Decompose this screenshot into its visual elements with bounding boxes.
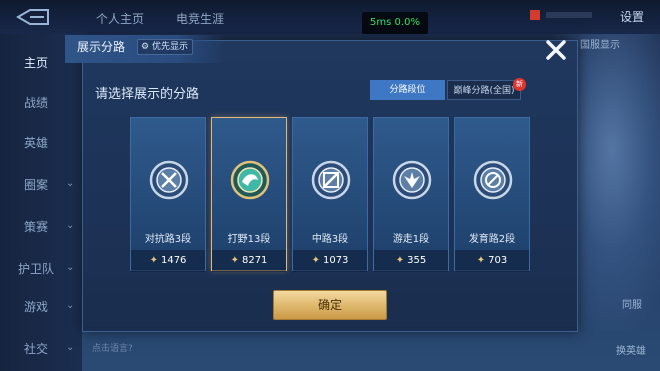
chevron-down-icon: ⌄ bbox=[66, 300, 75, 311]
lane-card-score-value: 1073 bbox=[322, 255, 349, 266]
lane-card-mid[interactable]: 中路3段 ✦ 1073 bbox=[292, 117, 368, 272]
dialog-prompt: 请选择展示的分路 bbox=[95, 87, 200, 102]
lane-tabs: 分路段位 巅峰分路(全国) 新 bbox=[370, 78, 526, 100]
lane-display-dialog: 展示分路 ⚙ 优先显示 请选择展示的分路 分路段位 巅峰分路(全国) 新 对抗路3… bbox=[65, 35, 578, 332]
close-icon[interactable] bbox=[543, 37, 569, 63]
lane-card-score: ✦ 703 bbox=[455, 250, 529, 272]
sidebar-item-circle[interactable]: 圈案 bbox=[24, 176, 48, 193]
sidebar-item-guard-team[interactable]: 护卫队 bbox=[18, 260, 54, 277]
points-icon: ✦ bbox=[395, 255, 405, 266]
sidebar-item-hero[interactable]: 英雄 bbox=[24, 134, 48, 151]
gear-icon: ⚙ bbox=[140, 42, 150, 52]
chevron-down-icon: ⌄ bbox=[66, 342, 75, 353]
tab-lane-rank[interactable]: 分路段位 bbox=[370, 80, 445, 100]
chevron-down-icon: ⌄ bbox=[66, 262, 75, 273]
bg-label-display: 国服显示 bbox=[580, 40, 620, 51]
lane-card-score: ✦ 1073 bbox=[293, 250, 367, 272]
bg-label-same-server: 同服 bbox=[622, 300, 642, 311]
priority-display-button[interactable]: ⚙ 优先显示 bbox=[137, 39, 194, 55]
settings-button[interactable]: 设置 bbox=[620, 8, 644, 25]
sidebar-item-home[interactable]: 主页 bbox=[24, 54, 48, 71]
chevron-down-icon: ⌄ bbox=[66, 178, 75, 189]
lane-card-top[interactable]: 对抗路3段 ✦ 1476 bbox=[130, 117, 206, 272]
chevron-down-icon: ⌄ bbox=[66, 220, 75, 231]
mid-slash-icon bbox=[311, 160, 351, 200]
sidebar-item-tournament[interactable]: 策赛 bbox=[24, 218, 48, 235]
points-icon: ✦ bbox=[149, 255, 158, 266]
lane-card-name: 对抗路3段 bbox=[144, 234, 192, 245]
points-icon: ✦ bbox=[311, 255, 320, 266]
nav-personal-home[interactable]: 个人主页 bbox=[96, 10, 144, 27]
new-badge: 新 bbox=[513, 78, 526, 91]
dialog-title-bar: 展示分路 ⚙ 优先显示 bbox=[65, 35, 225, 63]
lane-card-farm[interactable]: 发育路2段 ✦ 703 bbox=[454, 117, 530, 272]
lane-card-score: ✦ 8271 bbox=[212, 250, 286, 272]
back-arrow-icon[interactable] bbox=[14, 6, 54, 28]
lane-card-score: ✦ 355 bbox=[374, 250, 448, 272]
nav-esports-career[interactable]: 电竞生涯 bbox=[176, 10, 224, 27]
sidebar-item-record[interactable]: 战绩 bbox=[24, 94, 48, 111]
tab-peak-lane[interactable]: 巅峰分路(全国) 新 bbox=[447, 78, 526, 100]
confirm-button[interactable]: 确定 bbox=[273, 290, 387, 320]
lane-sword-icon bbox=[149, 160, 189, 200]
lane-card-score: ✦ 1476 bbox=[131, 250, 205, 272]
lane-card-name: 中路3段 bbox=[311, 234, 349, 245]
farm-crosshair-icon bbox=[473, 160, 513, 200]
lane-card-score-value: 8271 bbox=[241, 255, 268, 266]
priority-display-label: 优先显示 bbox=[152, 42, 189, 52]
bottom-hint-text: 点击语言? bbox=[92, 344, 133, 354]
lane-card-name: 发育路2段 bbox=[468, 234, 516, 245]
lane-card-score-value: 355 bbox=[407, 255, 427, 266]
jungle-dragon-icon bbox=[230, 160, 270, 200]
bg-label-change-hero: 换英雄 bbox=[616, 346, 646, 357]
sidebar-item-social[interactable]: 社交 bbox=[24, 340, 48, 357]
points-icon: ✦ bbox=[230, 255, 239, 266]
status-icons bbox=[530, 10, 592, 20]
tab-peak-lane-label: 巅峰分路(全国) bbox=[453, 86, 515, 96]
lane-card-jungle[interactable]: 打野13段 ✦ 8271 bbox=[211, 117, 287, 272]
lane-card-name: 打野13段 bbox=[227, 234, 271, 245]
roam-wings-icon bbox=[392, 160, 432, 200]
top-bar: 个人主页 电竞生涯 设置 bbox=[0, 0, 660, 34]
sidebar-item-games[interactable]: 游戏 bbox=[24, 298, 48, 315]
ping-indicator: 5ms 0.0% bbox=[362, 12, 428, 34]
points-icon: ✦ bbox=[476, 255, 486, 266]
lane-card-roam[interactable]: 游走1段 ✦ 355 bbox=[373, 117, 449, 272]
dialog-title: 展示分路 bbox=[77, 40, 126, 54]
lane-card-score-value: 1476 bbox=[160, 255, 187, 266]
lane-card-score-value: 703 bbox=[488, 255, 508, 266]
lane-card-name: 游走1段 bbox=[392, 234, 430, 245]
sidebar: 主页 战绩 英雄 圈案 ⌄ 策赛 ⌄ 护卫队 ⌄ 游戏 ⌄ 社交 ⌄ bbox=[0, 34, 82, 371]
